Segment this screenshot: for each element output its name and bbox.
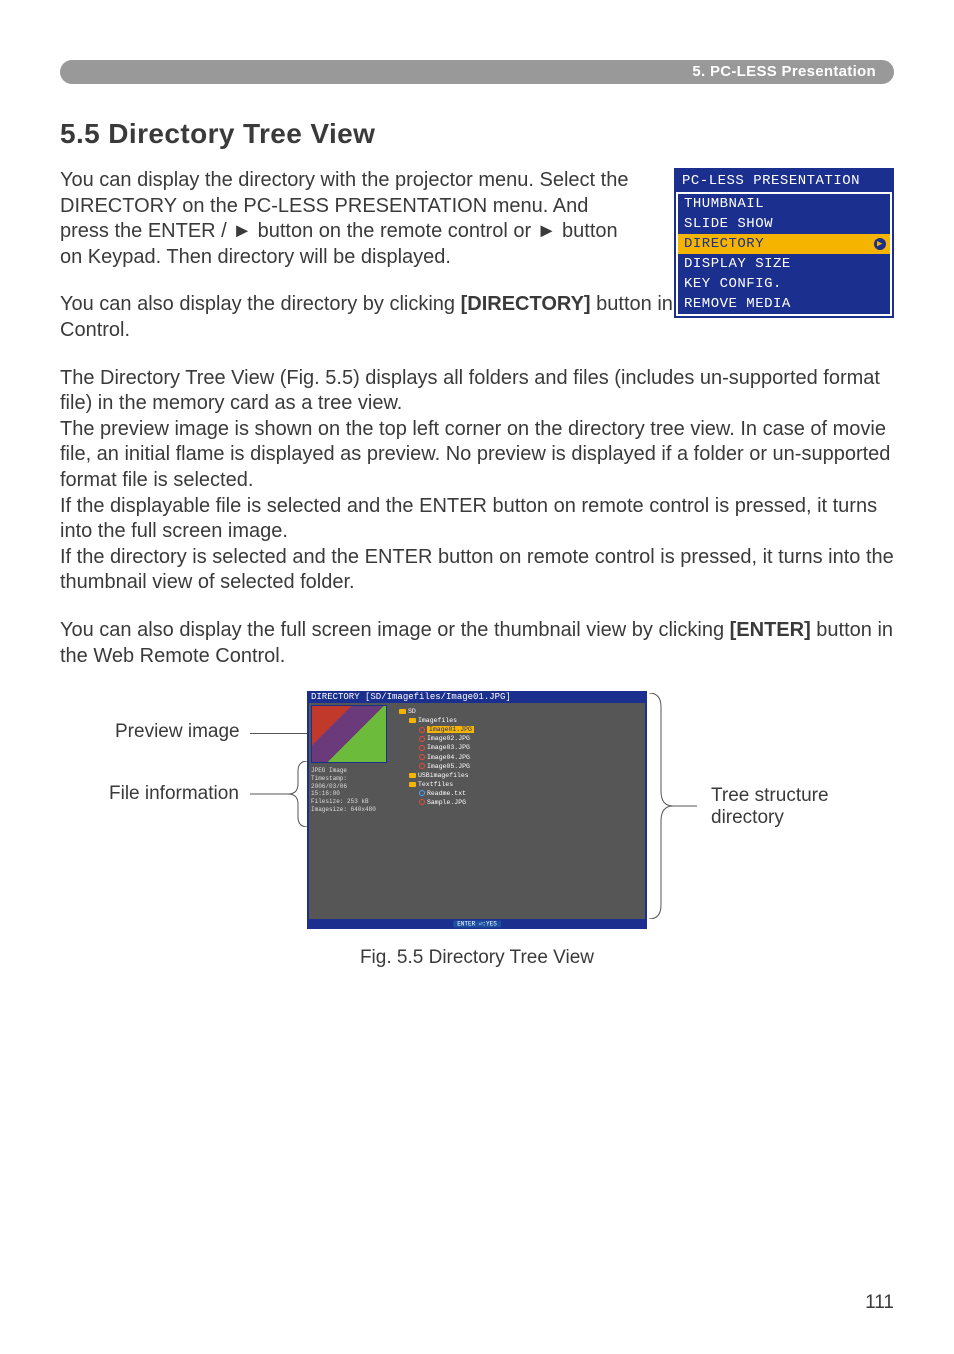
- tree-line: Image05.JPG: [399, 762, 641, 771]
- directory-tree-pane: SD Imagefiles Image01.JPG Image02.JPG Im…: [389, 703, 645, 919]
- file-icon: [419, 799, 425, 805]
- folder-icon: [409, 718, 416, 723]
- tree-line: Textfiles: [399, 780, 641, 789]
- menu-item-slideshow: SLIDE SHOW: [678, 214, 890, 234]
- projector-menu-figure: PC-LESS PRESENTATION THUMBNAIL SLIDE SHO…: [674, 168, 894, 318]
- file-info-line: 15:16:00: [311, 790, 387, 798]
- menu-item-keyconfig: KEY CONFIG.: [678, 274, 890, 294]
- figure-5-5: Preview image File information Tree stru…: [117, 691, 837, 969]
- file-icon: [419, 790, 425, 796]
- directory-footer: ENTER ⏎:YES: [307, 919, 647, 929]
- connector-line: [250, 733, 307, 734]
- file-icon: [419, 736, 425, 742]
- tree-line: Imagefiles: [399, 716, 641, 725]
- menu-item-directory: DIRECTORY ▶: [678, 234, 890, 254]
- file-info-block: JPEG Image Timestamp: 2006/03/06 15:16:0…: [311, 767, 387, 831]
- directory-header-path: DIRECTORY [SD/Imagefiles/Image01.JPG]: [307, 691, 647, 703]
- tree-line: Image01.JPG: [399, 725, 641, 734]
- section-header-bar: 5. PC-LESS Presentation: [60, 60, 894, 84]
- tree-line: Sample.JPG: [399, 798, 641, 807]
- annotation-preview-image: Preview image: [115, 721, 240, 743]
- projector-menu-list: THUMBNAIL SLIDE SHOW DIRECTORY ▶ DISPLAY…: [676, 192, 892, 316]
- tree-line: SD: [399, 707, 641, 716]
- page-title: 5.5 Directory Tree View: [60, 118, 894, 150]
- file-icon: [419, 754, 425, 760]
- menu-item-thumbnail: THUMBNAIL: [678, 194, 890, 214]
- preview-thumbnail: [311, 705, 387, 763]
- file-info-line: Imagesize: 640x480: [311, 806, 387, 814]
- tree-line: Image04.JPG: [399, 753, 641, 762]
- page-number: 111: [865, 1292, 894, 1314]
- brace-icon: [250, 761, 308, 827]
- directory-view-screenshot: DIRECTORY [SD/Imagefiles/Image01.JPG] JP…: [307, 691, 647, 929]
- file-icon: [419, 763, 425, 769]
- brace-icon: [649, 693, 697, 919]
- enter-bold: [ENTER]: [730, 619, 811, 641]
- tree-line: Image02.JPG: [399, 734, 641, 743]
- tree-line: Readme.txt: [399, 789, 641, 798]
- annotation-tree-structure: Tree structure directory: [711, 785, 861, 829]
- text-run: You can also display the directory by cl…: [60, 293, 461, 315]
- treeview-paragraph: The Directory Tree View (Fig. 5.5) displ…: [60, 366, 894, 596]
- file-info-line: Timestamp:: [311, 775, 387, 783]
- figure-caption: Fig. 5.5 Directory Tree View: [117, 947, 837, 969]
- tree-line: USBimagefiles: [399, 771, 641, 780]
- folder-icon: [409, 782, 416, 787]
- annotation-file-information: File information: [109, 783, 239, 805]
- file-icon: [419, 727, 425, 733]
- file-icon: [419, 745, 425, 751]
- intro-paragraph: You can display the directory with the p…: [60, 168, 635, 270]
- footer-enter-pill: ENTER ⏎:YES: [453, 921, 501, 928]
- menu-item-removemedia: REMOVE MEDIA: [678, 294, 890, 314]
- folder-icon: [399, 709, 406, 714]
- file-info-line: 2006/03/06: [311, 783, 387, 791]
- text-run: You can also display the full screen ima…: [60, 619, 730, 641]
- section-header-label: 5. PC-LESS Presentation: [692, 60, 876, 84]
- web-enter-paragraph: You can also display the full screen ima…: [60, 618, 894, 669]
- directory-bold: [DIRECTORY]: [461, 293, 591, 315]
- file-info-line: Filesize: 253 kB: [311, 798, 387, 806]
- menu-item-displaysize: DISPLAY SIZE: [678, 254, 890, 274]
- folder-icon: [409, 773, 416, 778]
- tree-line: Image03.JPG: [399, 743, 641, 752]
- chevron-right-icon: ▶: [874, 238, 886, 250]
- projector-menu-title: PC-LESS PRESENTATION: [676, 170, 892, 192]
- intro-row: You can display the directory with the p…: [60, 168, 894, 270]
- directory-left-column: JPEG Image Timestamp: 2006/03/06 15:16:0…: [309, 703, 389, 919]
- directory-body: JPEG Image Timestamp: 2006/03/06 15:16:0…: [307, 703, 647, 919]
- file-info-line: JPEG Image: [311, 767, 387, 775]
- menu-item-directory-label: DIRECTORY: [684, 236, 764, 252]
- document-page: 5. PC-LESS Presentation 5.5 Directory Tr…: [0, 0, 954, 1354]
